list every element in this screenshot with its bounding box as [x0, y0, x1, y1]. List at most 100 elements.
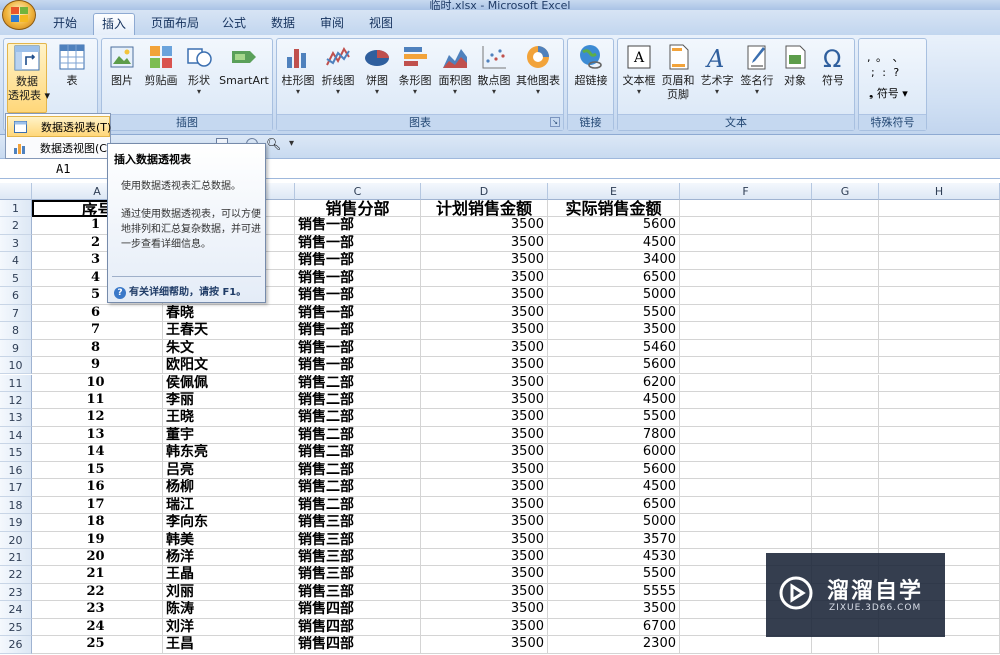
- row-header[interactable]: 18: [0, 496, 32, 515]
- data-cell[interactable]: 2300: [548, 636, 680, 654]
- data-cell[interactable]: 吕亮: [163, 461, 295, 480]
- empty-cell[interactable]: [879, 234, 1000, 253]
- data-cell[interactable]: 9: [32, 357, 163, 375]
- empty-cell[interactable]: [680, 444, 812, 462]
- data-cell[interactable]: 瑞江: [163, 496, 295, 515]
- empty-cell[interactable]: [680, 322, 812, 340]
- data-cell[interactable]: 3500: [421, 426, 548, 445]
- data-cell[interactable]: 销售三部: [295, 531, 421, 549]
- empty-cell[interactable]: [680, 252, 812, 270]
- data-cell[interactable]: 3500: [421, 601, 548, 619]
- data-cell[interactable]: 销售二部: [295, 496, 421, 515]
- row-header[interactable]: 12: [0, 391, 32, 410]
- empty-cell[interactable]: [680, 339, 812, 358]
- data-cell[interactable]: 5500: [548, 409, 680, 427]
- row-header[interactable]: 5: [0, 269, 32, 288]
- empty-cell[interactable]: [680, 479, 812, 497]
- row-header[interactable]: 19: [0, 514, 32, 532]
- menu-item-pivot-table[interactable]: 数据透视表(T): [7, 116, 111, 137]
- empty-cell[interactable]: [879, 391, 1000, 410]
- data-cell[interactable]: 韩美: [163, 531, 295, 549]
- data-cell[interactable]: 5600: [548, 357, 680, 375]
- data-cell[interactable]: 销售一部: [295, 304, 421, 323]
- row-header[interactable]: 8: [0, 322, 32, 340]
- data-cell[interactable]: 刘洋: [163, 618, 295, 637]
- data-cell[interactable]: 23: [32, 601, 163, 619]
- empty-cell[interactable]: [879, 426, 1000, 445]
- special-symbol-button[interactable]: ❟ 符号 ▾: [869, 85, 908, 101]
- data-cell[interactable]: 6500: [548, 269, 680, 288]
- empty-cell[interactable]: [812, 252, 879, 270]
- column-header[interactable]: D: [421, 183, 548, 200]
- row-header[interactable]: 14: [0, 426, 32, 445]
- data-cell[interactable]: 销售一部: [295, 234, 421, 253]
- row-header[interactable]: 26: [0, 636, 32, 654]
- data-cell[interactable]: 5600: [548, 217, 680, 235]
- empty-cell[interactable]: [879, 514, 1000, 532]
- data-cell[interactable]: 11: [32, 391, 163, 410]
- data-cell[interactable]: 19: [32, 531, 163, 549]
- bar-chart-button[interactable]: 条形图 ▾: [396, 43, 434, 96]
- empty-cell[interactable]: [879, 287, 1000, 305]
- empty-cell[interactable]: [812, 374, 879, 392]
- data-cell[interactable]: 18: [32, 514, 163, 532]
- empty-cell[interactable]: [812, 426, 879, 445]
- smartart-button[interactable]: SmartArt: [217, 43, 271, 88]
- data-cell[interactable]: 3500: [421, 322, 548, 340]
- data-cell[interactable]: 销售四部: [295, 618, 421, 637]
- other-charts-button[interactable]: 其他图表 ▾: [514, 43, 562, 96]
- column-header[interactable]: C: [295, 183, 421, 200]
- data-cell[interactable]: 王春天: [163, 322, 295, 340]
- data-cell[interactable]: 销售二部: [295, 374, 421, 392]
- data-cell[interactable]: 6: [32, 304, 163, 323]
- data-cell[interactable]: 3500: [421, 339, 548, 358]
- header-cell[interactable]: 实际销售金额: [548, 200, 680, 218]
- empty-cell[interactable]: [680, 287, 812, 305]
- data-cell[interactable]: 5500: [548, 304, 680, 323]
- object-button[interactable]: 对象: [778, 43, 812, 88]
- header-footer-button[interactable]: 页眉和 页脚: [660, 43, 696, 102]
- row-header[interactable]: 9: [0, 339, 32, 358]
- empty-cell[interactable]: [680, 496, 812, 515]
- empty-cell[interactable]: [680, 426, 812, 445]
- wordart-button[interactable]: A 艺术字 ▾: [698, 43, 736, 96]
- data-cell[interactable]: 陈涛: [163, 601, 295, 619]
- data-cell[interactable]: 销售一部: [295, 322, 421, 340]
- textbox-button[interactable]: A 文本框 ▾: [620, 43, 658, 96]
- special-symbols-row2[interactable]: ; : ?: [871, 66, 901, 79]
- empty-cell[interactable]: [812, 287, 879, 305]
- tab-data[interactable]: 数据: [263, 13, 303, 35]
- signature-line-button[interactable]: 签名行 ▾: [738, 43, 776, 96]
- data-cell[interactable]: 销售一部: [295, 217, 421, 235]
- office-button[interactable]: [2, 0, 36, 30]
- data-cell[interactable]: 销售二部: [295, 479, 421, 497]
- empty-cell[interactable]: [812, 409, 879, 427]
- data-cell[interactable]: 3500: [421, 549, 548, 567]
- column-chart-button[interactable]: 柱形图 ▾: [279, 43, 317, 96]
- data-cell[interactable]: 销售三部: [295, 583, 421, 602]
- data-cell[interactable]: 3500: [421, 496, 548, 515]
- data-cell[interactable]: 3500: [421, 252, 548, 270]
- select-all-corner[interactable]: [0, 183, 32, 200]
- row-header[interactable]: 17: [0, 479, 32, 497]
- data-cell[interactable]: 3500: [421, 479, 548, 497]
- data-cell[interactable]: 销售三部: [295, 514, 421, 532]
- empty-cell[interactable]: [812, 200, 879, 218]
- data-cell[interactable]: 销售一部: [295, 269, 421, 288]
- data-cell[interactable]: 7800: [548, 426, 680, 445]
- data-cell[interactable]: 销售四部: [295, 601, 421, 619]
- menu-item-pivot-chart[interactable]: 数据透视图(C): [7, 138, 111, 159]
- data-cell[interactable]: 3500: [421, 374, 548, 392]
- symbol-button[interactable]: Ω 符号: [816, 43, 850, 88]
- data-cell[interactable]: 3500: [421, 304, 548, 323]
- empty-cell[interactable]: [680, 304, 812, 323]
- empty-cell[interactable]: [879, 636, 1000, 654]
- data-cell[interactable]: 5460: [548, 339, 680, 358]
- data-cell[interactable]: 4500: [548, 391, 680, 410]
- data-cell[interactable]: 王昌: [163, 636, 295, 654]
- data-cell[interactable]: 3500: [548, 322, 680, 340]
- row-header[interactable]: 13: [0, 409, 32, 427]
- data-cell[interactable]: 3500: [421, 566, 548, 584]
- data-cell[interactable]: 5555: [548, 583, 680, 602]
- empty-cell[interactable]: [812, 269, 879, 288]
